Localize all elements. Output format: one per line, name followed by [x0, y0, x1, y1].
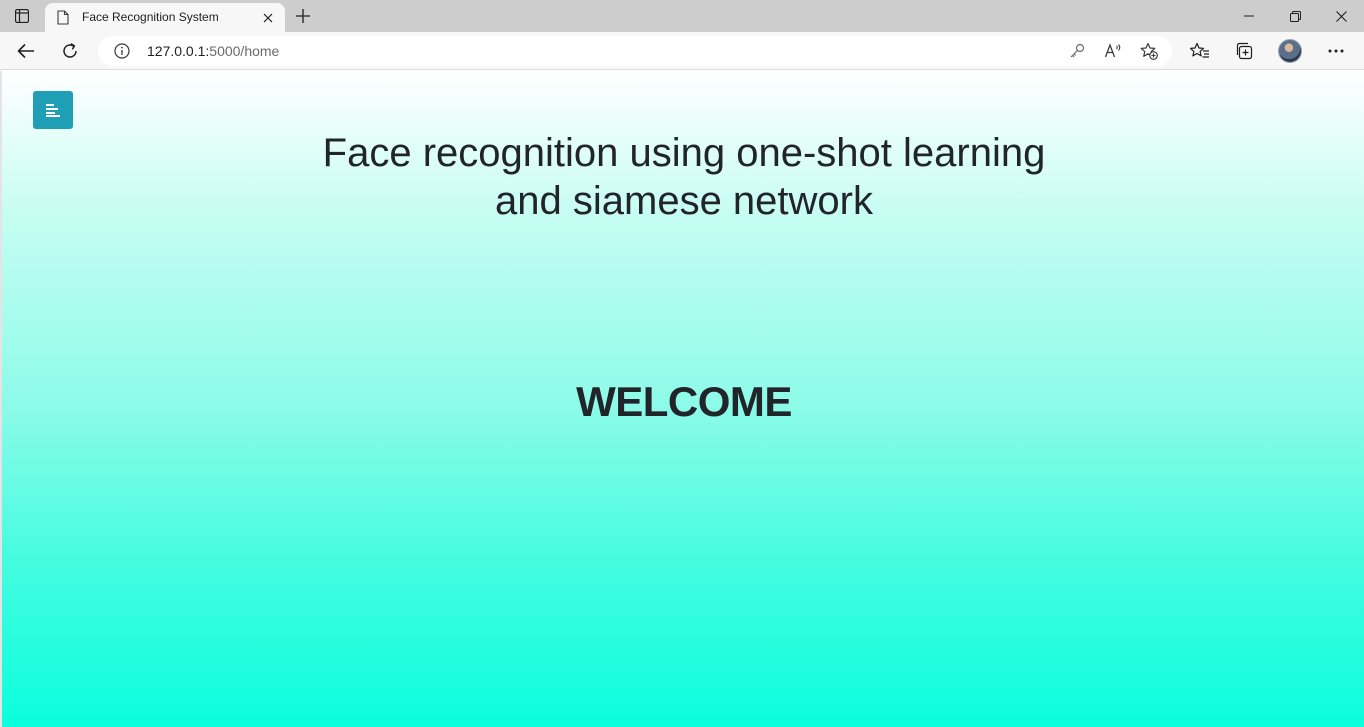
browser-tab-active[interactable]: Face Recognition System	[45, 3, 285, 32]
arrow-left-icon	[17, 43, 35, 59]
favorites-button[interactable]	[1185, 36, 1215, 66]
tab-actions-button[interactable]	[8, 4, 36, 28]
collections-button[interactable]	[1229, 36, 1259, 66]
profile-button[interactable]	[1275, 36, 1305, 66]
page-title-line-1: Face recognition using one-shot learning	[322, 131, 1046, 175]
minimize-icon	[1244, 11, 1254, 21]
read-aloud-icon[interactable]	[1104, 42, 1122, 60]
url-host: 127.0.0.1:	[147, 43, 210, 59]
reload-icon	[61, 42, 79, 60]
more-icon	[1328, 49, 1344, 53]
url-text[interactable]: 127.0.0.1:5000/home	[147, 43, 279, 59]
info-icon[interactable]	[114, 43, 130, 59]
key-icon[interactable]	[1068, 42, 1086, 60]
new-tab-button[interactable]	[291, 5, 315, 27]
align-left-icon	[46, 103, 60, 117]
welcome-heading: WELCOME	[576, 378, 792, 425]
page-title: Face recognition using one-shot learning…	[2, 129, 1364, 225]
close-icon	[1335, 10, 1347, 22]
reload-button[interactable]	[55, 36, 85, 66]
collections-icon	[1235, 42, 1253, 60]
minimize-button[interactable]	[1226, 0, 1272, 32]
browser-titlebar: Face Recognition System	[0, 0, 1364, 32]
address-bar[interactable]: 127.0.0.1:5000/home	[98, 36, 1172, 66]
page-icon	[57, 10, 71, 26]
avatar	[1278, 39, 1302, 63]
more-button[interactable]	[1321, 36, 1351, 66]
tab-actions-icon	[15, 9, 29, 23]
back-button[interactable]	[11, 36, 41, 66]
page-content: Face recognition using one-shot learning…	[0, 71, 1364, 727]
page-title-line-2: and siamese network	[495, 179, 873, 223]
sidebar-toggle-button[interactable]	[33, 91, 73, 129]
close-icon[interactable]	[259, 9, 277, 27]
restore-icon	[1289, 10, 1301, 22]
star-add-icon[interactable]	[1140, 42, 1158, 60]
favorites-icon	[1190, 42, 1210, 60]
url-path: 5000/home	[209, 43, 280, 59]
close-window-button[interactable]	[1318, 0, 1364, 32]
restore-button[interactable]	[1272, 0, 1318, 32]
tab-title: Face Recognition System	[82, 10, 219, 24]
browser-toolbar: 127.0.0.1:5000/home	[0, 32, 1364, 70]
plus-icon	[296, 9, 310, 23]
